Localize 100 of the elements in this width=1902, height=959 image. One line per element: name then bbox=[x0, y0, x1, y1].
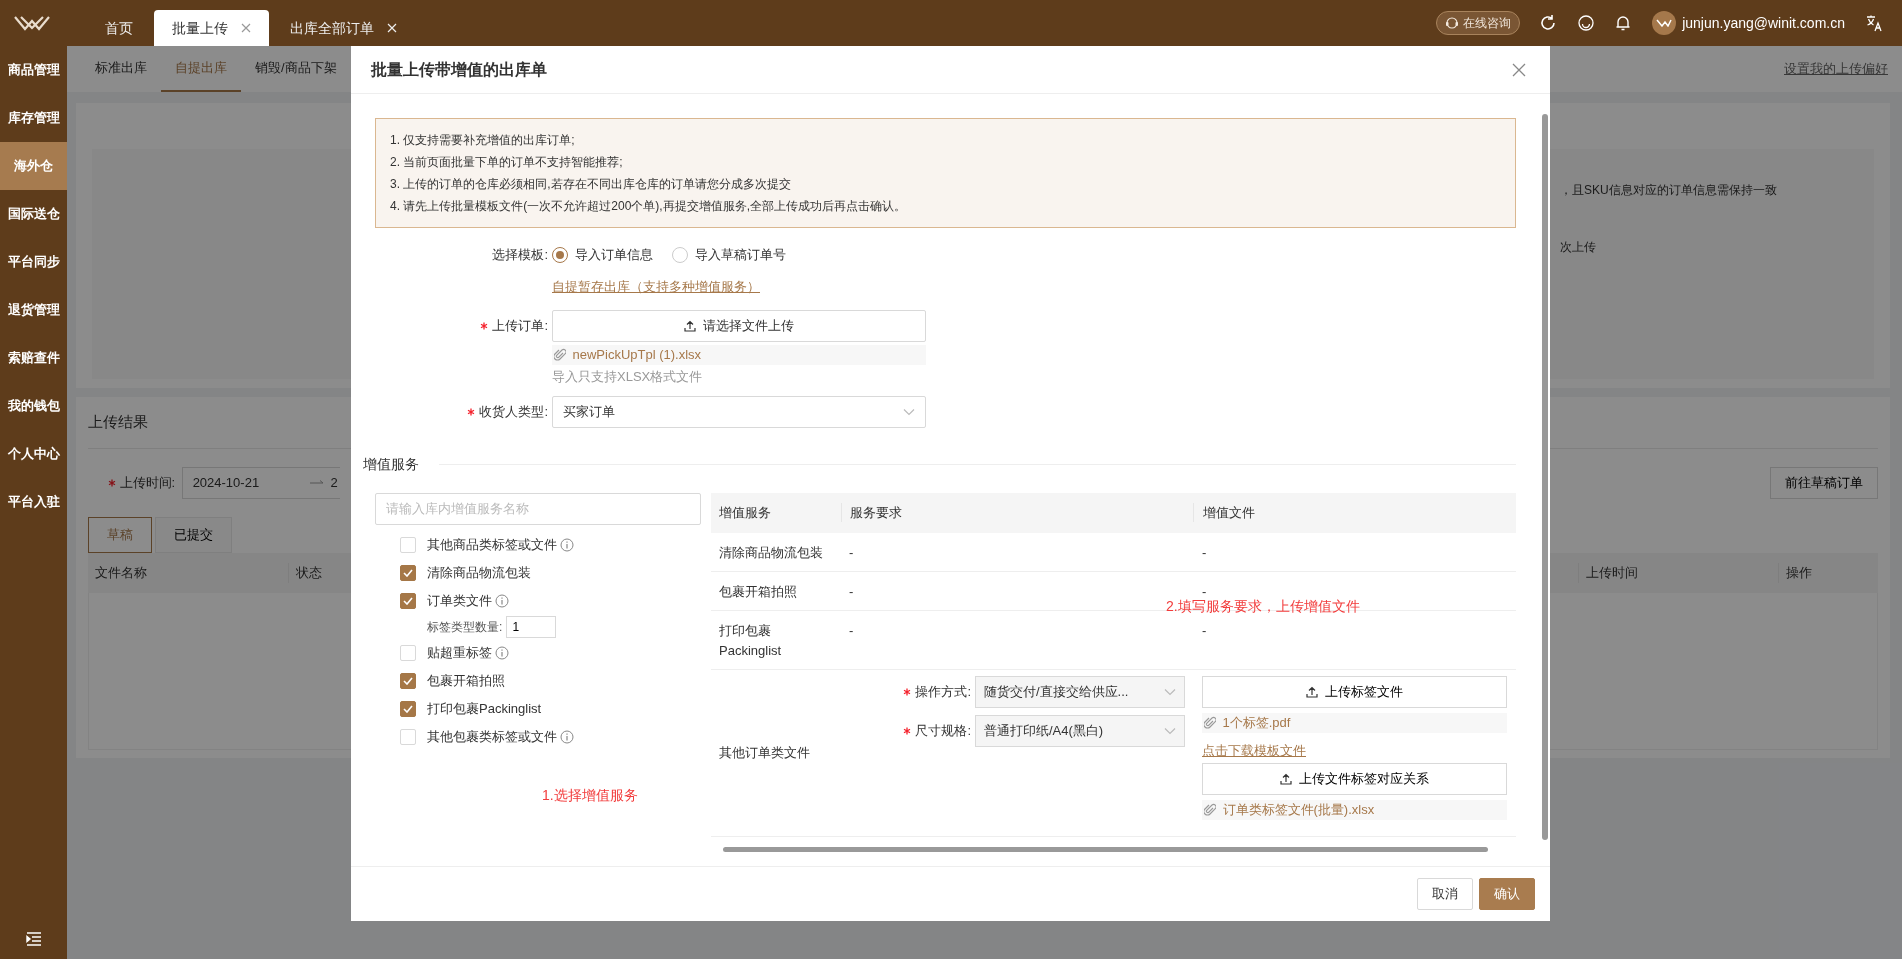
tab[interactable]: 批量上传 bbox=[153, 10, 269, 46]
sidebar-item[interactable]: 索赔查件 bbox=[0, 334, 67, 382]
upload-icon bbox=[1306, 686, 1319, 698]
notice-text: 3. 上传的订单的仓库必须相同,若存在不同出库仓库的订单请您分成多次提交 bbox=[390, 176, 792, 193]
option-label: 清除商品物流包装 bbox=[427, 563, 531, 582]
upload-button[interactable]: 上传标签文件 bbox=[1202, 676, 1507, 708]
table-cell-text: 其他订单类文件 bbox=[719, 743, 810, 762]
date-range-field[interactable]: 2024-10-21 2 bbox=[181, 467, 340, 499]
tab[interactable]: 销毁/商品下架 bbox=[241, 46, 351, 92]
radio-option[interactable]: 导入订单信息 bbox=[552, 245, 653, 265]
chevron-down-icon bbox=[1164, 688, 1176, 696]
user-email[interactable]: junjun.yang@winit.com.cn bbox=[1682, 12, 1845, 34]
tab[interactable]: 出库全部订单 bbox=[272, 10, 415, 46]
refresh-icon[interactable] bbox=[1539, 14, 1558, 32]
paperclip-icon bbox=[554, 347, 566, 362]
checkbox[interactable] bbox=[400, 672, 416, 689]
field-label: 操作方式: bbox=[915, 683, 971, 702]
tab[interactable]: 已提交 bbox=[155, 517, 233, 553]
quantity-field[interactable]: 1 bbox=[505, 615, 556, 638]
tab[interactable]: 首页 bbox=[86, 10, 151, 46]
file-item[interactable]: newPickUpTpl (1).xlsx bbox=[552, 344, 926, 365]
tab[interactable]: 标准出库 bbox=[81, 46, 161, 92]
checkbox[interactable] bbox=[400, 592, 416, 609]
close-icon bbox=[387, 23, 397, 33]
select-field[interactable]: 普通打印纸/A4(黑白) bbox=[975, 714, 1185, 747]
dialog-title: 批量上传带增值的出库单 bbox=[371, 59, 547, 80]
radio-option[interactable]: 导入草稿订单号 bbox=[672, 245, 786, 265]
draft-orders-button[interactable]: 前往草稿订单 bbox=[1770, 467, 1878, 499]
table-cell: - bbox=[849, 583, 854, 599]
column-header: 操作 bbox=[1785, 565, 1812, 581]
paperclip-icon bbox=[1204, 803, 1216, 817]
column-header: 增值服务 bbox=[719, 504, 771, 520]
chevron-down-icon bbox=[1164, 726, 1176, 735]
headset-icon bbox=[1445, 16, 1460, 30]
option-label: 订单类文件 bbox=[427, 591, 492, 610]
notice-text: ，且SKU信息对应的订单信息需保持一致 bbox=[1560, 182, 1778, 199]
table-cell: - bbox=[1202, 583, 1207, 599]
field-label: 标签类型数量: bbox=[427, 618, 503, 636]
check-icon bbox=[403, 704, 413, 713]
bell-icon[interactable] bbox=[1614, 14, 1633, 32]
sidebar-item[interactable]: 库存管理 bbox=[0, 94, 67, 142]
file-item[interactable]: 1个标签.pdf bbox=[1202, 713, 1507, 733]
checkbox[interactable] bbox=[400, 564, 416, 581]
cancel-button[interactable]: 取消 bbox=[1416, 878, 1473, 910]
consult-button[interactable]: 在线咨询 bbox=[1436, 11, 1520, 35]
sidebar-item[interactable]: 海外仓 bbox=[0, 142, 67, 190]
upload-icon bbox=[684, 319, 697, 332]
table-cell: - bbox=[849, 544, 854, 560]
option-label: 其他商品类标签或文件 bbox=[427, 535, 557, 554]
upload-button[interactable]: 请选择文件上传 bbox=[552, 309, 926, 342]
column-header: 服务要求 bbox=[850, 504, 902, 520]
logo-icon bbox=[1655, 19, 1672, 27]
sidebar-item[interactable]: 个人中心 bbox=[0, 430, 67, 478]
notice-text: 2. 当前页面批量下单的订单不支持智能推荐; bbox=[390, 154, 624, 171]
select-field[interactable]: 随货交付/直接交给供应... bbox=[975, 676, 1185, 708]
file-item[interactable]: 订单类标签文件(批量).xlsx bbox=[1202, 800, 1507, 820]
close-icon[interactable] bbox=[1512, 62, 1526, 77]
confirm-button[interactable]: 确认 bbox=[1479, 878, 1535, 910]
translate-icon[interactable] bbox=[1864, 14, 1883, 32]
sidebar-item[interactable]: 退货管理 bbox=[0, 286, 67, 334]
annotation: 1.选择增值服务 bbox=[542, 785, 639, 805]
search-field[interactable]: 请输入库内增值服务名称 bbox=[375, 492, 701, 525]
select-field[interactable]: 买家订单 bbox=[552, 395, 926, 428]
notice-text: 1. 仅支持需要补充增值的出库订单; bbox=[390, 132, 576, 149]
sidebar-item[interactable]: 平台同步 bbox=[0, 238, 67, 286]
preference-link[interactable]: 设置我的上传偏好 bbox=[1784, 59, 1888, 79]
notice-text: 次上传 bbox=[1560, 239, 1597, 256]
upload-icon bbox=[1280, 773, 1293, 785]
link[interactable]: 自提暂存出库（支持多种增值服务） bbox=[552, 277, 760, 297]
checkbox[interactable] bbox=[400, 700, 416, 717]
table-cell: - bbox=[849, 622, 854, 638]
table-cell: - bbox=[1202, 544, 1207, 560]
arrow-right-icon bbox=[309, 480, 324, 486]
section-title: 上传结果 bbox=[88, 412, 148, 433]
sidebar-item[interactable]: 国际送仓 bbox=[0, 190, 67, 238]
field-label: 尺寸规格: bbox=[915, 721, 971, 740]
option-label: 打印包裹Packinglist bbox=[427, 699, 542, 718]
paperclip-icon bbox=[1204, 716, 1216, 730]
link[interactable]: 点击下载模板文件 bbox=[1202, 741, 1507, 761]
check-icon bbox=[403, 596, 413, 605]
sidebar-item[interactable]: 商品管理 bbox=[0, 46, 67, 94]
field-label: 选择模板: bbox=[492, 246, 548, 265]
column-header: 上传时间 bbox=[1585, 565, 1638, 581]
chevron-down-icon bbox=[903, 407, 915, 416]
avatar[interactable] bbox=[1651, 11, 1676, 35]
table-cell: 打印包裹Packinglist bbox=[719, 622, 782, 658]
sidebar-item[interactable]: 我的钱包 bbox=[0, 382, 67, 430]
hint-text: 导入只支持XLSX格式文件 bbox=[552, 367, 703, 386]
sidebar-item[interactable]: 平台入驻 bbox=[0, 478, 67, 526]
table-cell: - bbox=[1202, 622, 1207, 638]
smiley-icon[interactable] bbox=[1576, 14, 1595, 32]
check-icon bbox=[403, 676, 413, 685]
column-header: 增值文件 bbox=[1203, 504, 1255, 520]
upload-button[interactable]: 上传文件标签对应关系 bbox=[1202, 763, 1507, 795]
menu-icon[interactable] bbox=[25, 932, 42, 946]
field-label: 上传订单: bbox=[492, 316, 548, 335]
close-icon bbox=[240, 23, 251, 33]
table-cell: 包裹开箱拍照 bbox=[719, 583, 797, 599]
check-icon bbox=[403, 568, 413, 577]
option-label: 贴超重标签 bbox=[427, 643, 492, 662]
